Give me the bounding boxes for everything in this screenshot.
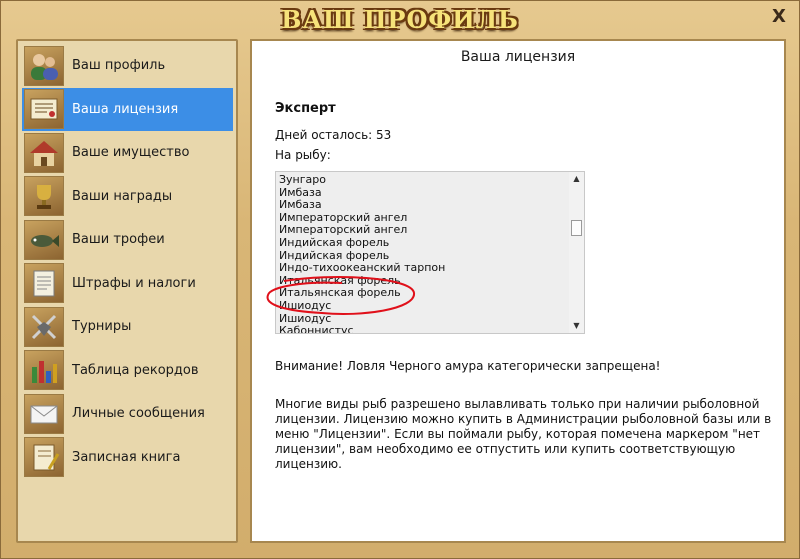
fish-list-scrollbar[interactable]: ▲ ▼ [569, 172, 584, 333]
sidebar-item-label: Ваши трофеи [72, 232, 165, 248]
info-text: Многие виды рыб разрешено вылавливать то… [275, 397, 772, 471]
sidebar-item-records[interactable]: Таблица рекордов [22, 349, 233, 393]
list-item[interactable]: Индийская форель [279, 236, 584, 250]
list-item[interactable]: Зунгаро [279, 173, 584, 187]
sidebar-item-label: Ваше имущество [72, 145, 190, 161]
list-item[interactable]: Индо-тихоокеанский тарпон [279, 262, 584, 275]
list-item[interactable]: Кабоннистус [279, 325, 584, 333]
license-icon [24, 89, 64, 130]
scroll-thumb[interactable] [571, 220, 582, 236]
sidebar-item-trophies[interactable]: Ваши трофеи [22, 218, 233, 262]
sidebar-item-label: Записная книга [72, 449, 181, 465]
sidebar-item-fines[interactable]: Штрафы и налоги [22, 262, 233, 306]
sidebar-item-messages[interactable]: Личные сообщения [22, 392, 233, 436]
window-title: ВАШ ПРОФИЛЬ [281, 5, 519, 34]
fish-list[interactable]: Зунгаро Имбаза Имбаза Императорский анге… [275, 171, 585, 334]
list-item[interactable]: Имбаза [279, 186, 584, 200]
tournament-icon [24, 306, 64, 347]
page-title: Ваша лицензия [460, 49, 576, 65]
days-left: Дней осталось: 53 [275, 128, 392, 142]
people-icon [24, 45, 64, 86]
sidebar-item-label: Штрафы и налоги [72, 275, 196, 291]
sidebar-item-notebook[interactable]: Записная книга [22, 436, 233, 480]
license-panel: Ваша лицензия Эксперт Дней осталось: 53 … [250, 39, 786, 543]
bar-chart-icon [24, 350, 64, 391]
trophy-icon [24, 176, 64, 217]
document-icon [24, 263, 64, 304]
fishing-label: На рыбу: [275, 148, 331, 162]
sidebar-item-label: Турниры [72, 319, 132, 335]
house-icon [24, 132, 64, 173]
list-item[interactable]: Имбаза [279, 199, 584, 212]
sidebar-item-tournaments[interactable]: Турниры [22, 305, 233, 349]
warning-text: Внимание! Ловля Черного амура категориче… [275, 359, 661, 373]
fish-icon [24, 219, 64, 260]
sidebar-item-label: Личные сообщения [72, 406, 205, 422]
sidebar: Ваш профиль Ваша лицензия Ваше имущество… [16, 39, 238, 543]
sidebar-item-label: Ваши награды [72, 188, 173, 204]
scroll-up-arrow-icon[interactable]: ▲ [569, 172, 584, 186]
scroll-down-arrow-icon[interactable]: ▼ [569, 319, 584, 333]
license-level: Эксперт [275, 101, 336, 116]
sidebar-item-label: Ваша лицензия [72, 101, 179, 117]
sidebar-item-label: Таблица рекордов [72, 362, 199, 378]
sidebar-item-label: Ваш профиль [72, 58, 166, 74]
sidebar-item-awards[interactable]: Ваши награды [22, 175, 233, 219]
close-button[interactable]: X [769, 7, 789, 27]
sidebar-item-property[interactable]: Ваше имущество [22, 131, 233, 175]
envelope-icon [24, 393, 64, 434]
sidebar-item-license[interactable]: Ваша лицензия [22, 87, 233, 131]
list-item[interactable]: Ишиодус [279, 299, 584, 313]
profile-window: ВАШ ПРОФИЛЬ X Ваш профиль Ваша лицензия … [0, 0, 800, 559]
sidebar-item-profile[interactable]: Ваш профиль [22, 44, 233, 88]
notebook-icon [24, 437, 64, 478]
